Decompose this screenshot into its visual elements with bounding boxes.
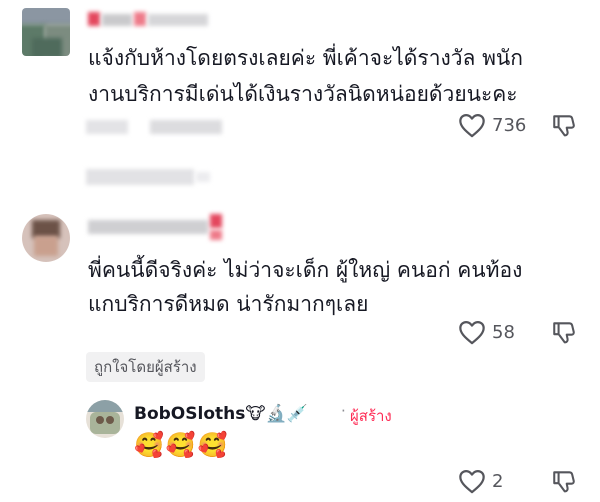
creator-tag: ผู้สร้าง — [350, 407, 392, 425]
heart-outline-icon[interactable] — [458, 468, 486, 494]
reply-like-count: 2 — [492, 471, 504, 492]
comment-1-text-line-2: งานบริการมีเด่นได้เงินรางวัลนิดหน่อยด้วย… — [88, 82, 518, 106]
reply-username-text: BobOSloths — [134, 404, 246, 424]
thumbs-down-icon[interactable] — [551, 319, 577, 345]
comment-1-like-count: 736 — [492, 115, 527, 136]
comment-1-text-line-1: แจ้งกับห้างโดยตรงเลยค่ะ พี่เค้าจะได้รางว… — [88, 46, 523, 70]
comment-2-text-line-2: แกบริการดีหมด น่ารักมากๆเลย — [88, 292, 369, 316]
heart-outline-icon[interactable] — [458, 112, 486, 138]
comment-1-replies-redacted[interactable] — [86, 166, 226, 188]
thumbs-down-icon[interactable] — [551, 468, 577, 494]
avatar-1[interactable] — [22, 8, 70, 56]
username-2-redacted[interactable] — [88, 212, 248, 242]
reply-avatar[interactable] — [86, 400, 124, 438]
reply-text: 🥰🥰🥰 — [134, 431, 230, 459]
comment-1: แจ้งกับห้างโดยตรงเลยค่ะ พี่เค้าจะได้รางว… — [0, 0, 600, 200]
comment-1-meta-redacted — [86, 116, 266, 138]
avatar-2[interactable] — [22, 214, 70, 262]
username-1-redacted[interactable] — [88, 8, 218, 30]
comment-2-text-line-1: พี่คนนี้ดีจริงค่ะ ไม่ว่าจะเด็ก ผู้ใหญ่ ค… — [88, 258, 523, 282]
creator-liked-badge: ถูกใจโดยผู้สร้าง — [86, 352, 205, 382]
heart-outline-icon[interactable] — [458, 319, 486, 345]
thumbs-down-icon[interactable] — [551, 112, 577, 138]
reply-username[interactable]: BobOSloths🐮🔬💉 — [134, 404, 308, 424]
separator-dot: · — [341, 402, 346, 420]
comment-2-like-count: 58 — [492, 322, 515, 343]
reply-username-emojis: 🐮🔬💉 — [245, 404, 308, 424]
